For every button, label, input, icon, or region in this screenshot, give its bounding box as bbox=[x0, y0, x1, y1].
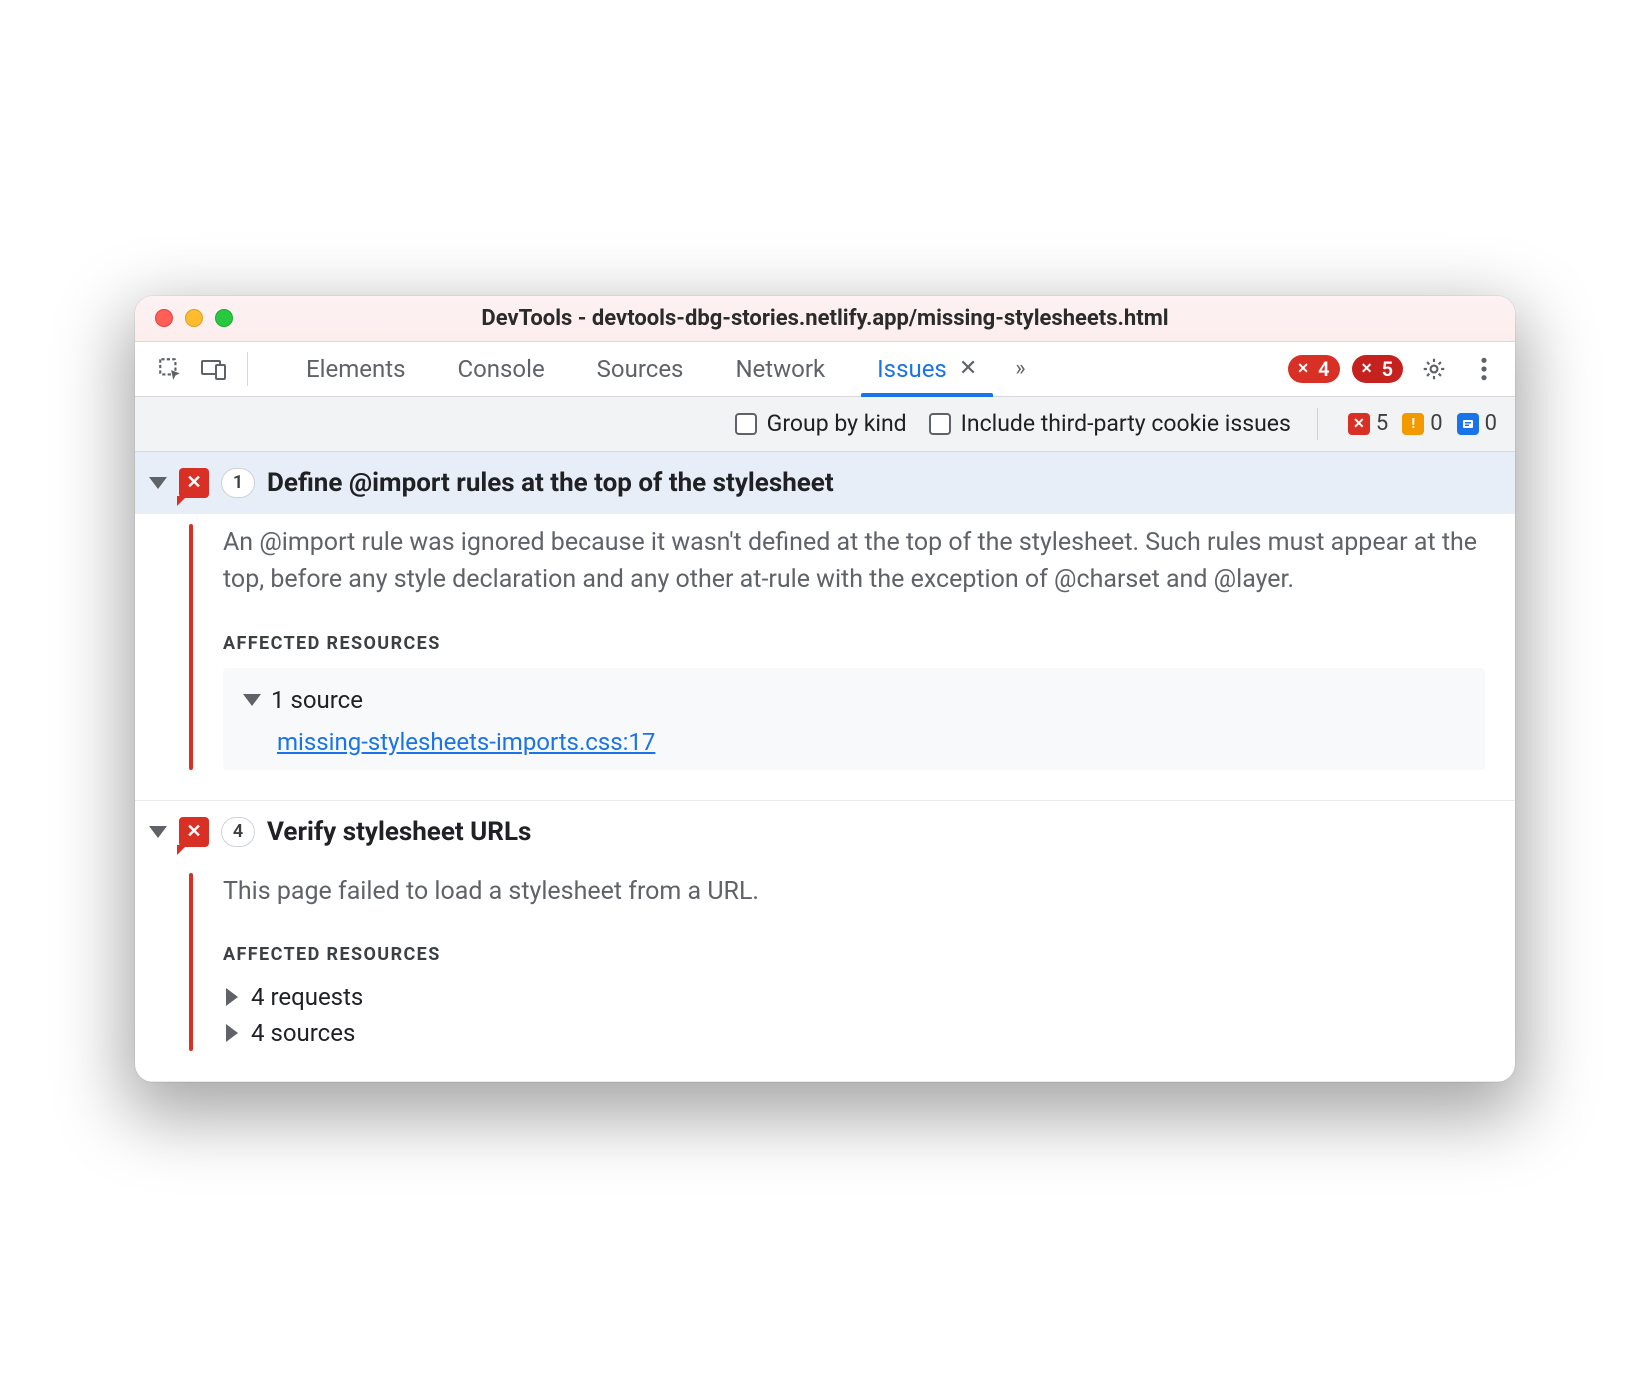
requests-summary: 4 requests bbox=[251, 983, 363, 1011]
window-controls bbox=[155, 309, 233, 327]
requests-group-toggle[interactable]: 4 requests bbox=[223, 979, 1485, 1015]
sources-group-toggle[interactable]: 4 sources bbox=[223, 1015, 1485, 1051]
breaking-icon: ✕ bbox=[1358, 360, 1376, 378]
device-toolbar-icon[interactable] bbox=[195, 350, 233, 388]
close-window-button[interactable] bbox=[155, 309, 173, 327]
main-tabstrip: Elements Console Sources Network Issues … bbox=[135, 342, 1515, 397]
issue-description: This page failed to load a stylesheet fr… bbox=[223, 873, 1485, 911]
issue-body: This page failed to load a stylesheet fr… bbox=[135, 863, 1515, 1082]
chevron-right-icon bbox=[226, 988, 238, 1006]
titlebar: DevTools - devtools-dbg-stories.netlify.… bbox=[135, 296, 1515, 342]
issue-item: ✕ 1 Define @import rules at the top of t… bbox=[135, 452, 1515, 801]
tab-console[interactable]: Console bbox=[431, 341, 570, 396]
tab-label: Network bbox=[735, 355, 825, 383]
tab-issues[interactable]: Issues ✕ bbox=[851, 341, 1003, 396]
issue-body: An @import rule was ignored because it w… bbox=[135, 514, 1515, 800]
info-badge-icon bbox=[1457, 413, 1479, 435]
kebab-menu-icon[interactable] bbox=[1465, 350, 1503, 388]
affected-resources-label: AFFECTED RESOURCES bbox=[223, 633, 1485, 654]
more-tabs-icon[interactable]: » bbox=[1009, 356, 1031, 381]
tab-label: Console bbox=[457, 355, 544, 383]
zoom-window-button[interactable] bbox=[215, 309, 233, 327]
issues-filter-bar: Group by kind Include third-party cookie… bbox=[135, 397, 1515, 452]
chevron-right-icon bbox=[226, 1024, 238, 1042]
affected-resources-label: AFFECTED RESOURCES bbox=[223, 944, 1485, 965]
checkbox-icon bbox=[735, 413, 757, 435]
checkbox-icon bbox=[929, 413, 951, 435]
source-summary: 1 source bbox=[271, 686, 363, 714]
stat-warnings[interactable]: ! 0 bbox=[1402, 411, 1442, 436]
tab-label: Issues bbox=[877, 355, 947, 383]
tab-network[interactable]: Network bbox=[709, 341, 851, 396]
pill-value: 4 bbox=[1318, 357, 1329, 381]
inspect-element-icon[interactable] bbox=[151, 350, 189, 388]
chevron-down-icon bbox=[243, 694, 261, 706]
severity-stripe bbox=[189, 873, 193, 1052]
breaking-count-pill[interactable]: ✕ 5 bbox=[1352, 355, 1403, 383]
sources-summary: 4 sources bbox=[251, 1019, 355, 1047]
severity-stripe bbox=[189, 524, 193, 770]
error-icon: ✕ bbox=[1294, 360, 1312, 378]
include-third-party-checkbox[interactable]: Include third-party cookie issues bbox=[929, 410, 1291, 437]
expand-toggle-icon bbox=[149, 477, 167, 489]
stat-errors[interactable]: ✕ 5 bbox=[1348, 411, 1388, 436]
pill-value: 5 bbox=[1382, 357, 1393, 381]
issue-header[interactable]: ✕ 4 Verify stylesheet URLs bbox=[135, 801, 1515, 863]
panel-tabs: Elements Console Sources Network Issues … bbox=[280, 341, 1003, 396]
issue-severity-icon: ✕ bbox=[179, 468, 209, 498]
window-title: DevTools - devtools-dbg-stories.netlify.… bbox=[153, 306, 1497, 331]
stat-value: 5 bbox=[1376, 411, 1388, 436]
issue-count-badge: 1 bbox=[221, 468, 255, 498]
divider bbox=[1317, 408, 1318, 440]
checkbox-label: Group by kind bbox=[767, 410, 907, 437]
error-badge-icon: ✕ bbox=[1348, 413, 1370, 435]
expand-toggle-icon bbox=[149, 826, 167, 838]
tab-sources[interactable]: Sources bbox=[571, 341, 710, 396]
stat-value: 0 bbox=[1485, 411, 1497, 436]
stat-value: 0 bbox=[1430, 411, 1442, 436]
tab-elements[interactable]: Elements bbox=[280, 341, 431, 396]
source-link[interactable]: missing-stylesheets-imports.css:17 bbox=[243, 728, 655, 756]
group-by-kind-checkbox[interactable]: Group by kind bbox=[735, 410, 907, 437]
tab-label: Sources bbox=[597, 355, 684, 383]
affected-resources-box: 1 source missing-stylesheets-imports.css… bbox=[223, 668, 1485, 770]
error-count-pill[interactable]: ✕ 4 bbox=[1288, 355, 1339, 383]
issue-stats: ✕ 5 ! 0 0 bbox=[1348, 411, 1497, 436]
issue-title: Verify stylesheet URLs bbox=[267, 817, 531, 847]
checkbox-label: Include third-party cookie issues bbox=[961, 410, 1291, 437]
issue-severity-icon: ✕ bbox=[179, 817, 209, 847]
tab-label: Elements bbox=[306, 355, 405, 383]
divider bbox=[247, 352, 248, 386]
settings-icon[interactable] bbox=[1415, 350, 1453, 388]
source-group-toggle[interactable]: 1 source bbox=[243, 682, 1465, 718]
issue-header[interactable]: ✕ 1 Define @import rules at the top of t… bbox=[135, 452, 1515, 514]
warning-badge-icon: ! bbox=[1402, 413, 1424, 435]
issue-count-badge: 4 bbox=[221, 817, 255, 847]
issue-item: ✕ 4 Verify stylesheet URLs This page fai… bbox=[135, 801, 1515, 1083]
close-tab-icon[interactable]: ✕ bbox=[959, 356, 977, 381]
devtools-window: DevTools - devtools-dbg-stories.netlify.… bbox=[135, 296, 1515, 1083]
stat-info[interactable]: 0 bbox=[1457, 411, 1497, 436]
issue-description: An @import rule was ignored because it w… bbox=[223, 524, 1485, 599]
minimize-window-button[interactable] bbox=[185, 309, 203, 327]
tabstrip-right: ✕ 4 ✕ 5 bbox=[1288, 350, 1503, 388]
issue-title: Define @import rules at the top of the s… bbox=[267, 468, 834, 498]
